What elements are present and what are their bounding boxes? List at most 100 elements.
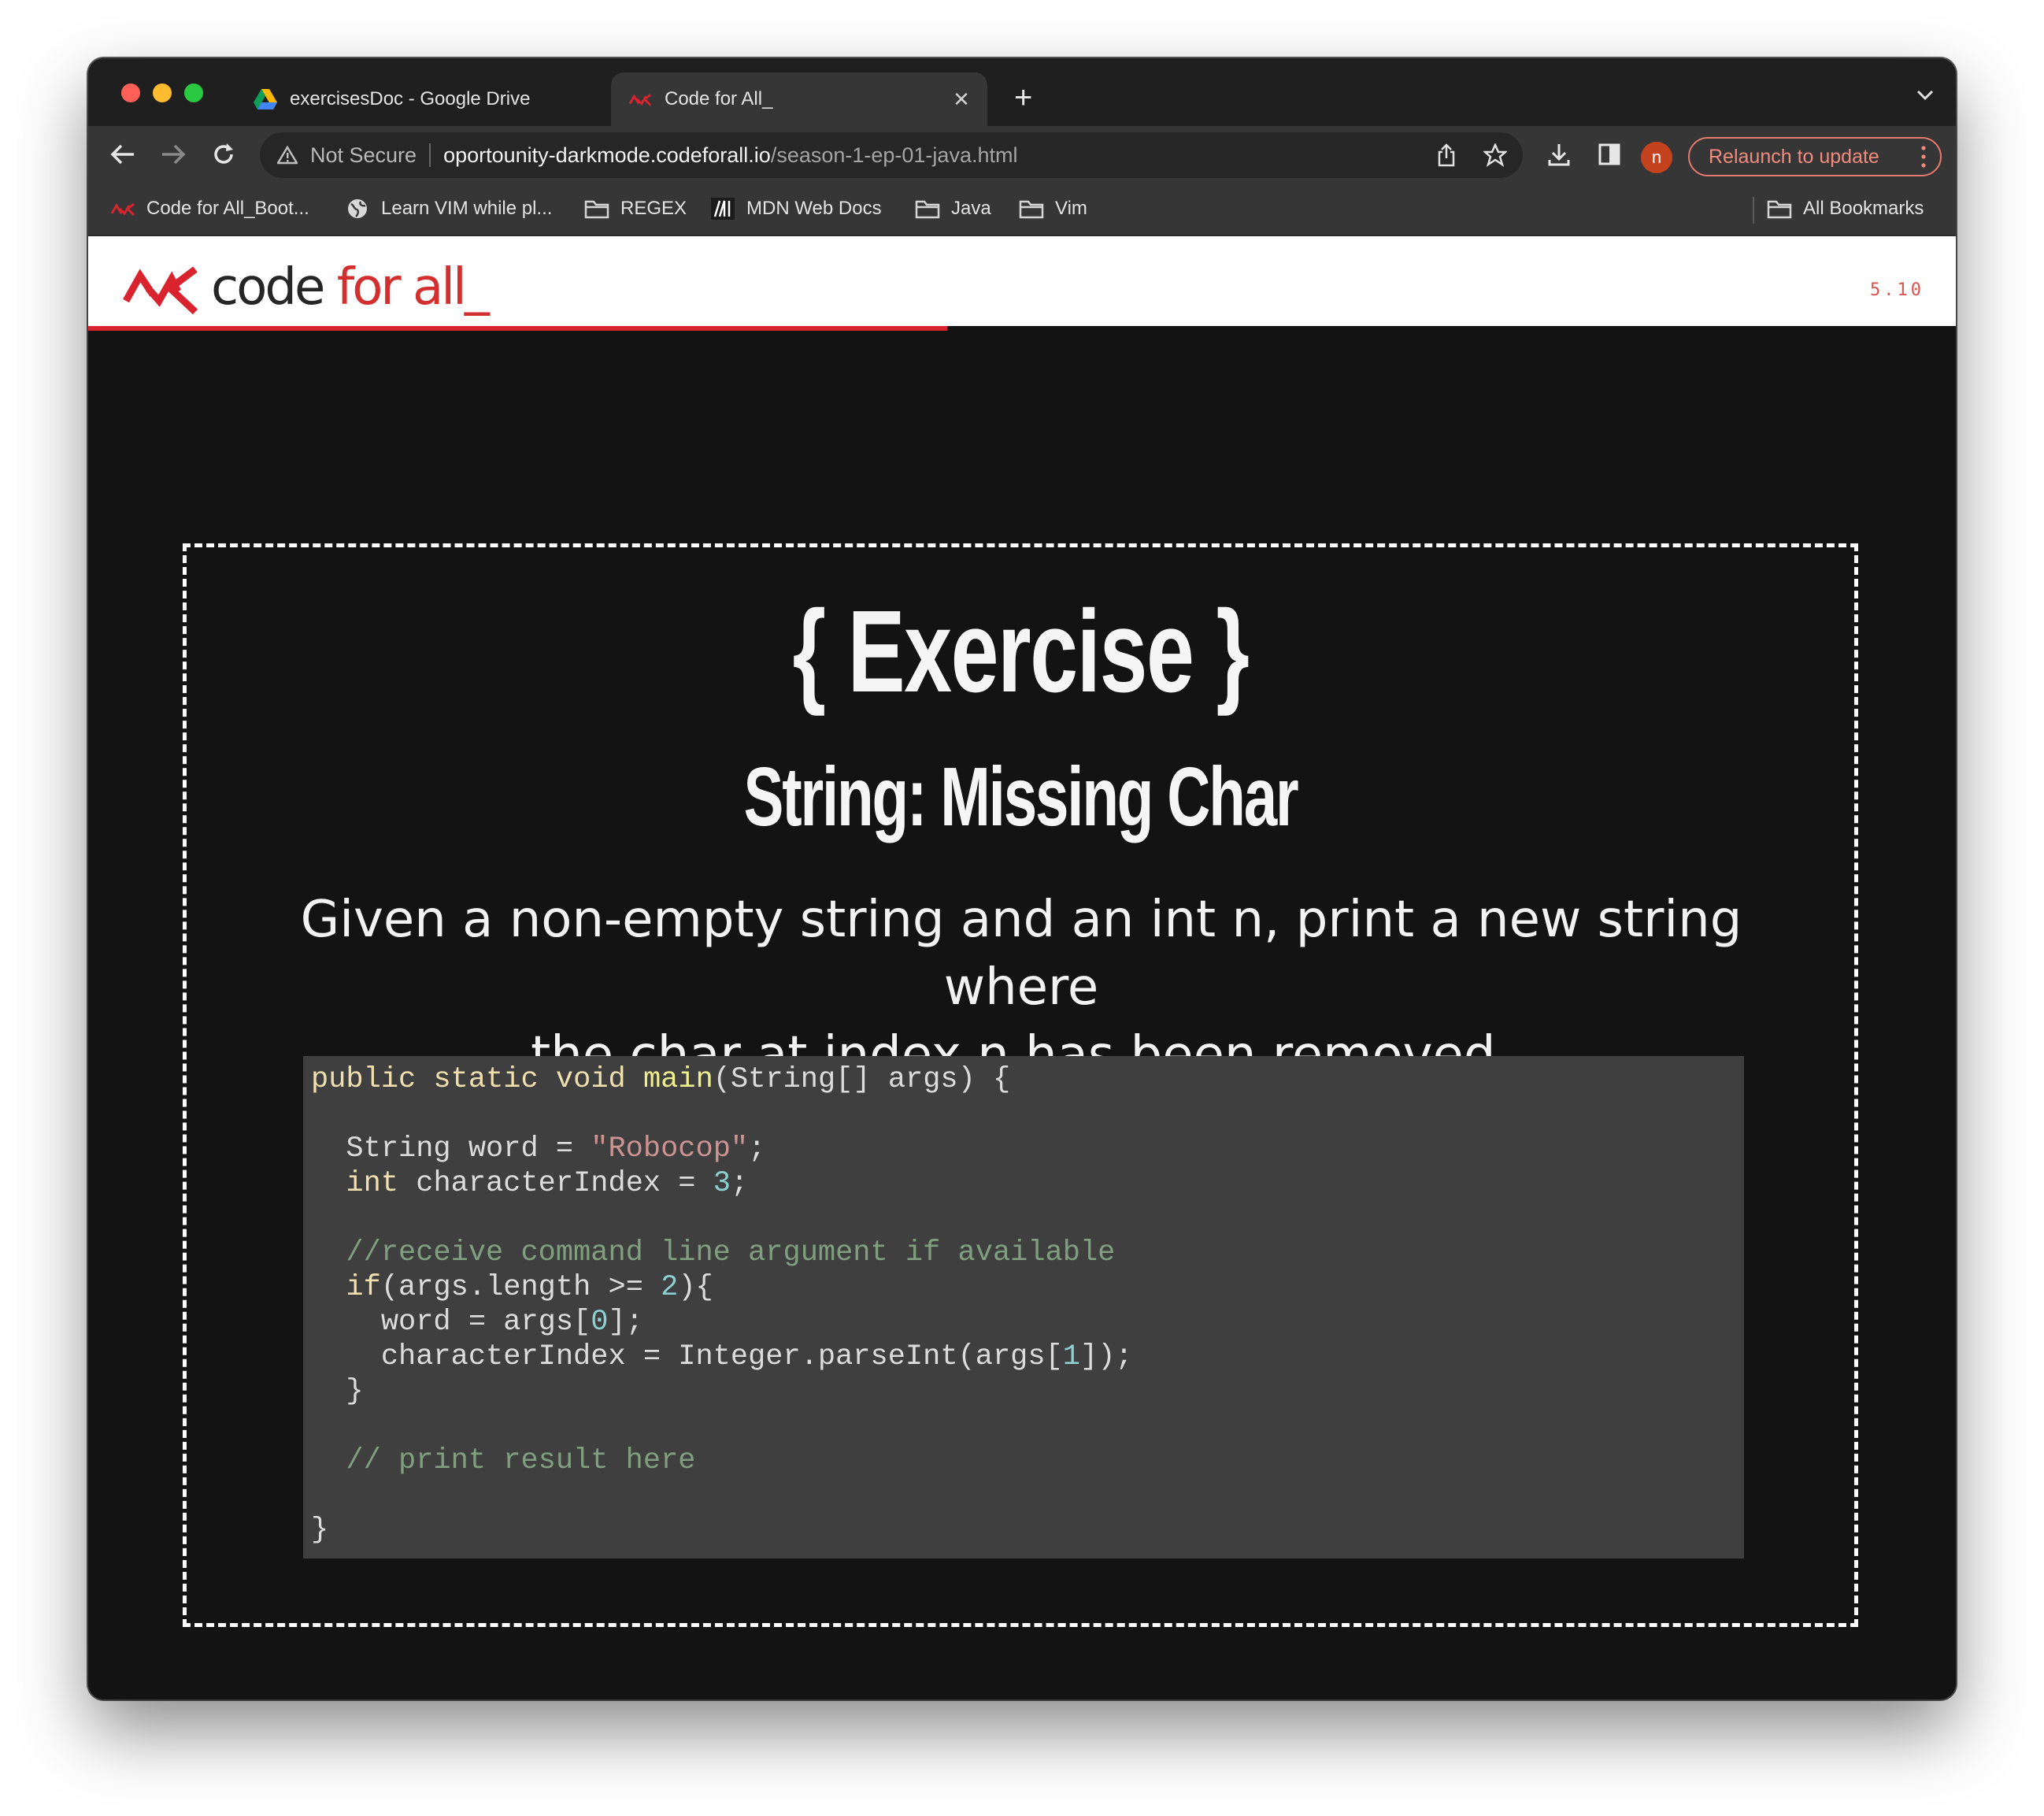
code-token: characterIndex = Integer.parseInt(args[ xyxy=(311,1340,1063,1373)
browser-toolbar: Not Secure oportounity-darkmode.codefora… xyxy=(88,126,1956,184)
forward-button[interactable] xyxy=(156,137,191,172)
globe-icon xyxy=(345,198,370,220)
code-line: } xyxy=(311,1513,1744,1547)
code-token: } xyxy=(311,1375,364,1408)
download-icon xyxy=(1548,144,1570,166)
security-label: Not Secure xyxy=(310,143,417,167)
slide-progress-bar xyxy=(88,326,948,331)
code-token: int xyxy=(346,1167,399,1200)
url-host: oportounity-darkmode.codeforall.io xyxy=(443,143,771,167)
google-drive-icon xyxy=(254,87,277,111)
relaunch-label: Relaunch to update xyxy=(1709,145,1879,168)
code-line: word = args[0]; xyxy=(311,1305,1744,1340)
code-token: (String[] args) { xyxy=(713,1063,1011,1096)
bookmark-label: MDN Web Docs xyxy=(746,198,882,219)
profile-avatar[interactable]: n xyxy=(1641,142,1672,173)
more-menu-icon xyxy=(1921,146,1926,168)
code-token: ]); xyxy=(1079,1340,1133,1373)
code-token: void xyxy=(555,1063,626,1096)
arrow-left-icon xyxy=(110,144,134,165)
side-panel-icon xyxy=(1598,143,1620,165)
bookmarks-bar: Code for All_Boot... Learn VIM while pl.… xyxy=(88,184,1956,236)
close-window-button[interactable] xyxy=(121,83,140,102)
logo-mark-icon xyxy=(123,266,198,315)
code-token: 1 xyxy=(1062,1340,1080,1373)
code-token: //receive command line argument if avail… xyxy=(311,1236,1116,1269)
bookmark-star-icon[interactable] xyxy=(1482,142,1509,169)
code-token: public xyxy=(311,1063,417,1096)
relaunch-to-update-button[interactable]: Relaunch to update xyxy=(1688,137,1942,176)
page-content: code for all_ 5.10 { Exercise } String: … xyxy=(88,236,1956,1699)
address-separator xyxy=(429,143,431,167)
bookmark-folder-java[interactable]: Java xyxy=(915,195,991,222)
code-line: String word = "Robocop"; xyxy=(311,1132,1744,1166)
code-token: characterIndex = xyxy=(398,1167,713,1200)
code-token: word = args[ xyxy=(311,1306,591,1339)
folder-icon xyxy=(584,198,609,220)
bookmark-mdn-web-docs[interactable]: MDN Web Docs xyxy=(710,195,882,222)
exercise-title: String: Missing Char xyxy=(743,750,1298,843)
code-token: ; xyxy=(748,1132,766,1166)
bookmarks-separator xyxy=(1753,197,1754,224)
bookmark-label: Code for All_Boot... xyxy=(146,198,309,219)
mdn-icon xyxy=(710,198,735,220)
code-token: ]; xyxy=(608,1306,643,1339)
code-token: if xyxy=(346,1271,381,1304)
code-token: ; xyxy=(730,1167,749,1200)
bookmark-label: Java xyxy=(951,198,991,219)
share-icon[interactable] xyxy=(1433,142,1460,169)
bookmark-learn-vim[interactable]: Learn VIM while pl... xyxy=(345,195,552,222)
side-panel-button[interactable] xyxy=(1592,137,1627,172)
bookmark-folder-vim[interactable]: Vim xyxy=(1019,195,1087,222)
exercise-frame: { Exercise } String: Missing Char Given … xyxy=(183,543,1858,1627)
all-bookmarks-label: All Bookmarks xyxy=(1803,198,1924,219)
download-button[interactable] xyxy=(1542,137,1576,172)
folder-icon xyxy=(1019,198,1044,220)
back-button[interactable] xyxy=(106,137,140,172)
address-bar[interactable]: Not Secure oportounity-darkmode.codefora… xyxy=(260,132,1523,178)
code-token: 0 xyxy=(591,1306,609,1339)
minimize-window-button[interactable] xyxy=(153,83,172,102)
site-header: code for all_ 5.10 xyxy=(88,236,1956,326)
code-for-all-logo[interactable]: code for all_ xyxy=(121,258,490,317)
new-tab-button[interactable]: + xyxy=(1014,82,1032,113)
bookmark-folder-regex[interactable]: REGEX xyxy=(584,195,687,222)
logo-wordmark: code for all_ xyxy=(211,258,490,317)
code-line: if(args.length >= 2){ xyxy=(311,1270,1744,1305)
reload-icon xyxy=(214,143,233,164)
warning-icon xyxy=(277,145,298,165)
reload-button[interactable] xyxy=(206,137,241,172)
browser-window: exercisesDoc - Google Drive ✕ Code for A… xyxy=(88,58,1956,1699)
folder-icon xyxy=(1767,198,1792,220)
code-line: //receive command line argument if avail… xyxy=(311,1236,1744,1270)
tab-strip: exercisesDoc - Google Drive ✕ Code for A… xyxy=(88,58,1956,126)
chevron-down-icon[interactable] xyxy=(1916,85,1934,106)
code-block: public static void main(String[] args) {… xyxy=(303,1056,1744,1558)
code-token: main xyxy=(642,1063,713,1096)
code-line: public static void main(String[] args) { xyxy=(311,1062,1744,1097)
bookmark-label: Vim xyxy=(1055,198,1087,219)
code-token: ){ xyxy=(678,1271,713,1304)
code-token: 2 xyxy=(661,1271,679,1304)
tab-code-for-all[interactable]: Code for All_ ✕ xyxy=(611,72,987,126)
code-line: characterIndex = Integer.parseInt(args[1… xyxy=(311,1340,1744,1374)
code-token: String word = xyxy=(311,1132,591,1166)
exercise-heading: { Exercise } xyxy=(792,587,1249,717)
bookmark-code-for-all[interactable]: Code for All_Boot... xyxy=(110,195,309,222)
close-tab-icon[interactable]: ✕ xyxy=(950,87,973,112)
tab-title: exercisesDoc - Google Drive xyxy=(290,88,531,109)
codeforall-icon xyxy=(628,87,652,111)
code-line: // print result here xyxy=(311,1444,1744,1478)
bookmark-label: Learn VIM while pl... xyxy=(381,198,553,219)
all-bookmarks-button[interactable]: All Bookmarks xyxy=(1767,195,1924,222)
maximize-window-button[interactable] xyxy=(184,83,203,102)
code-token: static xyxy=(433,1063,539,1096)
